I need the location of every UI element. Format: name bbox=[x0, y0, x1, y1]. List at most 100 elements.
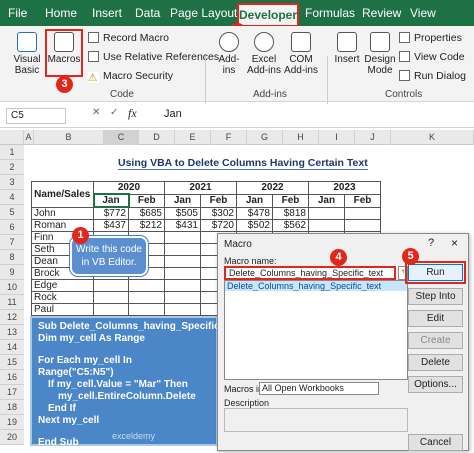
value-cell[interactable]: $720 bbox=[200, 219, 237, 232]
value-cell[interactable] bbox=[344, 219, 381, 232]
row-header[interactable]: 10 bbox=[0, 280, 24, 295]
row-header[interactable]: 7 bbox=[0, 235, 24, 250]
header-cell[interactable]: Name/Sales bbox=[31, 181, 94, 208]
name-cell[interactable]: Paul bbox=[31, 303, 94, 316]
tab-page-layout[interactable]: Page Layout bbox=[170, 4, 237, 22]
cancel-button[interactable]: Cancel bbox=[408, 434, 463, 451]
value-cell[interactable]: $478 bbox=[236, 206, 273, 220]
macro-name-input[interactable]: Delete_Columns_having_Specific_text bbox=[224, 266, 396, 280]
options-button[interactable]: Options... bbox=[408, 376, 463, 393]
tab-developer[interactable]: Developer bbox=[237, 3, 299, 27]
select-all[interactable] bbox=[0, 130, 24, 145]
row-header[interactable]: 17 bbox=[0, 385, 24, 400]
value-cell[interactable]: $772 bbox=[93, 206, 129, 220]
col-header-j[interactable]: J bbox=[355, 130, 391, 145]
delete-button[interactable]: Delete bbox=[408, 354, 463, 371]
row-header[interactable]: 19 bbox=[0, 415, 24, 430]
excel-addins-button[interactable]: Excel Add-ins bbox=[246, 32, 282, 76]
addins-button[interactable]: Add-ins bbox=[214, 32, 244, 76]
view-code-button[interactable]: View Code bbox=[399, 51, 465, 63]
create-button[interactable]: Create bbox=[408, 332, 463, 349]
month-cell[interactable]: Feb bbox=[200, 193, 237, 208]
value-cell[interactable] bbox=[308, 219, 345, 232]
col-header-h[interactable]: H bbox=[283, 130, 319, 145]
formula-input[interactable]: Jan bbox=[164, 108, 182, 120]
col-header-g[interactable]: G bbox=[247, 130, 283, 145]
month-cell[interactable]: Jan bbox=[308, 193, 345, 208]
macros-in-select[interactable]: All Open Workbooks bbox=[259, 382, 379, 395]
row-header[interactable]: 14 bbox=[0, 340, 24, 355]
tab-formulas[interactable]: Formulas bbox=[305, 4, 355, 22]
month-cell[interactable]: Jan bbox=[164, 193, 201, 208]
value-cell[interactable]: $431 bbox=[164, 219, 201, 232]
com-addins-button[interactable]: COM Add-ins bbox=[283, 32, 319, 76]
properties-button[interactable]: Properties bbox=[399, 32, 462, 44]
name-cell[interactable]: Rock bbox=[31, 291, 94, 304]
value-cell[interactable]: $212 bbox=[128, 219, 165, 232]
enter-icon[interactable]: ✓ bbox=[110, 107, 118, 118]
record-macro-button[interactable]: Record Macro bbox=[88, 32, 169, 44]
tab-view[interactable]: View bbox=[410, 4, 436, 22]
tab-data[interactable]: Data bbox=[135, 4, 160, 22]
value-cell[interactable]: $437 bbox=[93, 219, 129, 232]
value-cell[interactable] bbox=[344, 206, 381, 220]
year-header[interactable]: 2020 bbox=[93, 181, 165, 195]
tab-home[interactable]: Home bbox=[45, 4, 77, 22]
col-header-a[interactable]: A bbox=[24, 130, 34, 145]
col-header-c[interactable]: C bbox=[104, 130, 139, 145]
tab-file[interactable]: File bbox=[8, 4, 27, 22]
row-header[interactable]: 3 bbox=[0, 175, 24, 190]
row-header[interactable]: 16 bbox=[0, 370, 24, 385]
use-relative-button[interactable]: Use Relative References bbox=[88, 51, 219, 63]
row-header[interactable]: 9 bbox=[0, 265, 24, 280]
col-header-e[interactable]: E bbox=[175, 130, 211, 145]
row-header[interactable]: 2 bbox=[0, 160, 24, 175]
value-cell[interactable]: $505 bbox=[164, 206, 201, 220]
help-button[interactable]: ? bbox=[428, 237, 434, 249]
name-box[interactable]: C5 bbox=[6, 108, 66, 124]
col-header-b[interactable]: B bbox=[34, 130, 104, 145]
year-header[interactable]: 2021 bbox=[164, 181, 237, 195]
macro-list-item[interactable]: Delete_Columns_having_Specific_text bbox=[225, 281, 407, 291]
row-header[interactable]: 4 bbox=[0, 190, 24, 205]
row-header[interactable]: 1 bbox=[0, 145, 24, 160]
year-header[interactable]: 2022 bbox=[236, 181, 309, 195]
close-button[interactable]: × bbox=[451, 236, 458, 250]
fx-label[interactable]: fx bbox=[128, 106, 137, 121]
name-cell[interactable]: Edge bbox=[31, 279, 94, 292]
value-cell[interactable]: $562 bbox=[272, 219, 309, 232]
value-cell[interactable] bbox=[308, 206, 345, 220]
step-into-button[interactable]: Step Into bbox=[408, 288, 463, 305]
row-header[interactable]: 20 bbox=[0, 430, 24, 445]
cancel-icon[interactable]: ✕ bbox=[92, 107, 100, 118]
row-header[interactable]: 8 bbox=[0, 250, 24, 265]
month-cell[interactable]: Feb bbox=[344, 193, 381, 208]
visual-basic-button[interactable]: Visual Basic bbox=[12, 32, 42, 76]
row-header[interactable]: 6 bbox=[0, 220, 24, 235]
col-header-d[interactable]: D bbox=[139, 130, 175, 145]
row-header[interactable]: 11 bbox=[0, 295, 24, 310]
year-header[interactable]: 2023 bbox=[308, 181, 381, 195]
col-header-f[interactable]: F bbox=[211, 130, 247, 145]
col-header-k[interactable]: K bbox=[391, 130, 474, 145]
month-cell-selected[interactable]: Jan bbox=[92, 193, 130, 208]
value-cell[interactable]: $685 bbox=[128, 206, 165, 220]
month-cell[interactable]: Feb bbox=[272, 193, 309, 208]
value-cell[interactable]: $502 bbox=[236, 219, 273, 232]
macro-list[interactable]: Delete_Columns_having_Specific_text bbox=[224, 280, 408, 380]
tab-insert[interactable]: Insert bbox=[92, 4, 122, 22]
row-header[interactable]: 13 bbox=[0, 325, 24, 340]
row-header[interactable]: 18 bbox=[0, 400, 24, 415]
name-cell[interactable]: John bbox=[31, 206, 94, 220]
month-cell[interactable]: Jan bbox=[236, 193, 273, 208]
edit-button[interactable]: Edit bbox=[408, 310, 463, 327]
month-cell[interactable]: Feb bbox=[128, 193, 165, 208]
col-header-i[interactable]: I bbox=[319, 130, 355, 145]
value-cell[interactable]: $818 bbox=[272, 206, 309, 220]
run-dialog-button[interactable]: Run Dialog bbox=[399, 70, 466, 82]
value-cell[interactable]: $302 bbox=[200, 206, 237, 220]
macro-security-button[interactable]: ⚠ Macro Security bbox=[88, 70, 173, 84]
row-header[interactable]: 15 bbox=[0, 355, 24, 370]
design-mode-button[interactable]: Design Mode bbox=[363, 32, 397, 76]
tab-review[interactable]: Review bbox=[362, 4, 401, 22]
